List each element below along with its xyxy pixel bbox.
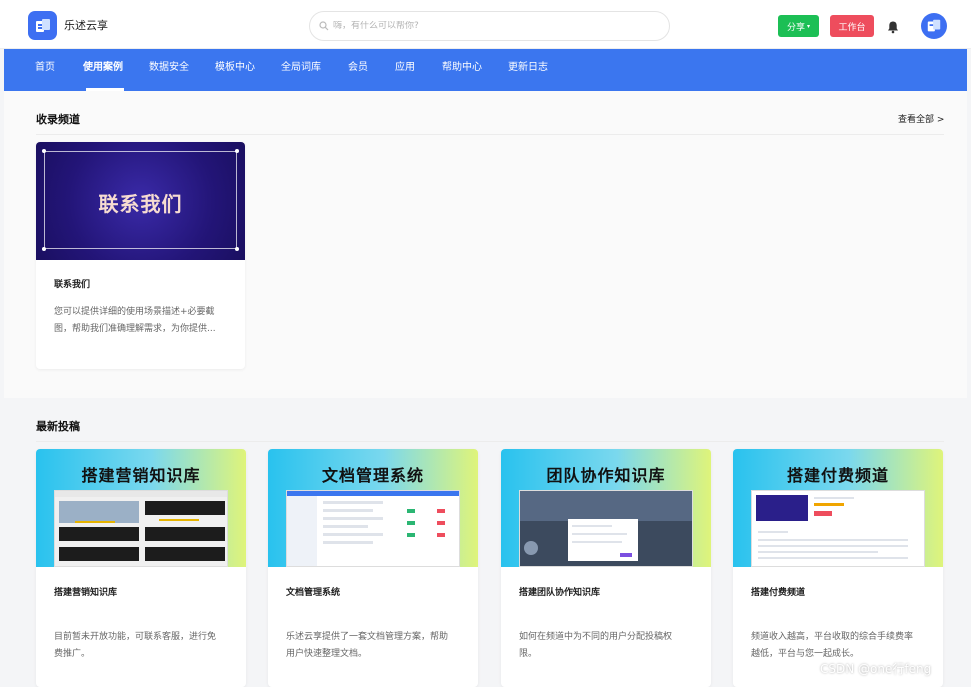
submission-card-title: 搭建付费频道 (751, 588, 806, 598)
collected-channels-section: 收录频道 查看全部 > 联系我们 联系我们 您可以提供详细的使用场景描述+必要截… (4, 91, 967, 398)
view-all-link[interactable]: 查看全部 > (898, 112, 944, 125)
submission-cover-image: 搭建付费频道 (733, 449, 943, 567)
cover-heading: 搭建营销知识库 (81, 466, 201, 485)
submission-card-title: 搭建团队协作知识库 (519, 588, 601, 598)
submission-cover-image: 搭建营销知识库 (36, 449, 246, 567)
share-button[interactable]: 分享 ▾ (778, 15, 819, 37)
submission-card-desc: 频道收入越高，平台收取的综合手续费率 越低，平台与您一起成长。 (751, 629, 933, 663)
workbench-button[interactable]: 工作台 (830, 15, 874, 37)
cover-screenshot (54, 490, 228, 567)
nav-item-membership[interactable]: 会员 (348, 49, 368, 91)
desc-line: 费推广。 (54, 649, 91, 659)
cover-screenshot (286, 490, 460, 567)
nav-item-templates[interactable]: 模板中心 (215, 49, 255, 91)
submission-card-desc: 如何在频道中为不同的用户分配投稿权 限。 (519, 629, 701, 663)
nav-item-apps[interactable]: 应用 (395, 49, 415, 91)
cover-screenshot (751, 490, 925, 567)
main-nav: 首页 使用案例 数据安全 模板中心 全局词库 会员 应用 帮助中心 更新日志 (4, 49, 967, 91)
avatar-logo-icon (927, 19, 941, 32)
nav-item-home[interactable]: 首页 (35, 49, 55, 91)
share-label: 分享 (786, 22, 805, 33)
submission-card-marketing[interactable]: 搭建营销知识库 搭建营销知识库 目前暂未开放功能，可联系客服，进行免 费推广。 (36, 449, 246, 687)
latest-section-title: 最新投稿 (36, 420, 80, 433)
chevron-down-icon: ▾ (807, 22, 811, 30)
desc-line: 图，帮助我们准确理解需求，为你提供... (54, 324, 216, 334)
cover-screenshot (519, 490, 693, 567)
submission-card-title: 文档管理系统 (286, 588, 341, 598)
nav-item-changelog[interactable]: 更新日志 (508, 49, 548, 91)
channel-card-desc: 您可以提供详细的使用场景描述+必要截 图，帮助我们准确理解需求，为你提供... (54, 304, 234, 338)
nav-item-help-center[interactable]: 帮助中心 (442, 49, 482, 91)
cover-dot (42, 149, 46, 153)
section-divider (36, 441, 944, 442)
avatar[interactable] (921, 13, 947, 39)
bell-icon[interactable] (886, 20, 900, 34)
desc-line: 频道收入越高，平台收取的综合手续费率 (751, 632, 914, 642)
nav-item-global-lexicon[interactable]: 全局词库 (281, 49, 321, 91)
cover-heading: 搭建付费频道 (786, 466, 889, 485)
channel-card-title: 联系我们 (54, 280, 91, 290)
desc-line: 如何在频道中为不同的用户分配投稿权 (519, 632, 673, 642)
section-divider (36, 134, 944, 135)
submission-card-desc: 乐述云享提供了一套文档管理方案，帮助 用户快速整理文档。 (286, 629, 468, 663)
search-input[interactable] (333, 21, 653, 31)
desc-line: 您可以提供详细的使用场景描述+必要截 (54, 307, 215, 317)
nav-item-data-security[interactable]: 数据安全 (149, 49, 189, 91)
desc-line: 用户快速整理文档。 (286, 649, 368, 659)
search-box[interactable] (309, 11, 670, 41)
top-header: 乐述云享 分享 ▾ 工作台 (0, 0, 971, 49)
desc-line: 目前暂未开放功能，可联系客服，进行免 (54, 632, 217, 642)
desc-line: 限。 (519, 649, 538, 659)
search-icon (319, 21, 329, 31)
submission-card-paid-channel[interactable]: 搭建付费频道 搭建付费频道 频道收入越高，平台收取的综合手续费率 越低，平台与您… (733, 449, 943, 687)
cover-dot (235, 149, 239, 153)
logo-icon (35, 18, 50, 32)
latest-submissions-section: 最新投稿 搭建营销知识库 搭建营销知识库 目前暂未开放功能，可联系客服，进行免 … (4, 398, 967, 687)
cover-heading: 团队协作知识库 (546, 466, 666, 485)
cover-dot (235, 247, 239, 251)
nav-item-use-cases[interactable]: 使用案例 (83, 49, 123, 91)
submission-card-team-collab[interactable]: 团队协作知识库 搭建团队协作知识库 如何在频道中为不同的用户分配投稿权 限。 (501, 449, 711, 687)
channel-cover-image: 联系我们 (36, 142, 245, 260)
submission-cover-image: 文档管理系统 (268, 449, 478, 567)
submission-card-desc: 目前暂未开放功能，可联系客服，进行免 费推广。 (54, 629, 236, 663)
submission-card-doc-system[interactable]: 文档管理系统 文档管理系统 乐述云享提供了一套文档管理方案，帮助 用户快速整理文… (268, 449, 478, 687)
watermark-text: CSDN @one行feng (820, 662, 932, 676)
cover-heading: 文档管理系统 (321, 466, 424, 485)
cover-dot (42, 247, 46, 251)
collected-section-title: 收录频道 (36, 113, 80, 126)
submission-card-title: 搭建营销知识库 (54, 588, 118, 598)
submission-cover-image: 团队协作知识库 (501, 449, 711, 567)
app-name[interactable]: 乐述云享 (64, 17, 108, 33)
cover-heading: 联系我们 (98, 192, 183, 216)
app-logo[interactable] (28, 11, 57, 40)
channel-card-contact[interactable]: 联系我们 联系我们 您可以提供详细的使用场景描述+必要截 图，帮助我们准确理解需… (36, 142, 245, 369)
desc-line: 乐述云享提供了一套文档管理方案，帮助 (286, 632, 449, 642)
